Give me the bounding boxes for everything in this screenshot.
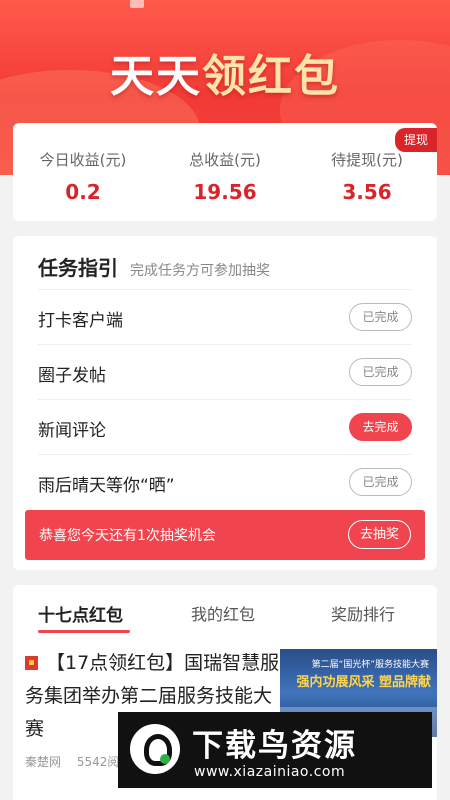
banner-title: 天天领红包 <box>0 40 450 104</box>
tasks-title: 任务指引 <box>38 256 118 280</box>
earning-value: 0.2 <box>65 180 101 204</box>
thumbnail-caption: 第二届“国光杯”服务技能大赛 <box>311 660 429 670</box>
flag-icon <box>25 656 38 670</box>
earning-pending: 待提现(元) 3.56 <box>297 149 437 204</box>
task-name: 雨后晴天等你“晒” <box>38 476 175 496</box>
bird-logo-icon <box>130 724 180 774</box>
task-row: 打卡客户端 已完成 <box>38 289 412 344</box>
article-reads: 5542阅 <box>76 755 120 769</box>
active-tab-indicator <box>38 630 130 633</box>
tasks-subtitle: 完成任务方可参加抽奖 <box>130 263 270 279</box>
task-status-button[interactable]: 已完成 <box>349 303 412 331</box>
earning-label: 今日收益(元) <box>39 151 127 169</box>
lottery-text: 恭喜您今天还有1次抽奖机会 <box>39 528 216 544</box>
thumbnail-headline: 强内功展风采 塑品牌献 <box>296 675 431 690</box>
earning-label: 总收益(元) <box>189 151 261 169</box>
banner-title-part2: 领红包 <box>202 51 340 102</box>
lottery-banner: 恭喜您今天还有1次抽奖机会 去抽奖 <box>25 510 425 560</box>
task-row: 圈子发帖 已完成 <box>38 344 412 399</box>
article-source: 秦楚网 <box>25 755 62 769</box>
task-row: 新闻评论 去完成 <box>38 399 412 454</box>
status-mark <box>130 0 144 8</box>
earning-total: 总收益(元) 19.56 <box>155 149 295 204</box>
earning-value: 3.56 <box>342 180 392 204</box>
article-meta: 秦楚网 5542阅 <box>25 753 131 770</box>
earning-value: 19.56 <box>193 180 257 204</box>
task-go-button[interactable]: 去完成 <box>349 413 412 441</box>
earning-today: 今日收益(元) 0.2 <box>13 149 153 204</box>
watermark-url: www.xiazainiao.com <box>194 764 346 780</box>
earnings-card: 提现 今日收益(元) 0.2 总收益(元) 19.56 待提现(元) 3.56 <box>13 123 437 221</box>
task-status-button[interactable]: 已完成 <box>349 468 412 496</box>
tab-reward-ranking[interactable]: 奖励排行 <box>331 601 395 625</box>
task-name: 圈子发帖 <box>38 366 106 386</box>
tasks-header: 任务指引 完成任务方可参加抽奖 <box>38 252 270 282</box>
news-tabs: 十七点红包 我的红包 奖励排行 <box>13 585 437 635</box>
task-status-button[interactable]: 已完成 <box>349 358 412 386</box>
task-name: 打卡客户端 <box>38 311 123 331</box>
banner-title-part1: 天天 <box>110 51 202 102</box>
tab-seventeen-redpacket[interactable]: 十七点红包 <box>38 601 123 626</box>
tasks-card: 任务指引 完成任务方可参加抽奖 打卡客户端 已完成 圈子发帖 已完成 新闻评论 … <box>13 236 437 570</box>
watermark-title: 下载鸟资源 <box>192 728 357 764</box>
task-row: 雨后晴天等你“晒” 已完成 <box>38 454 412 509</box>
tab-my-redpacket[interactable]: 我的红包 <box>191 601 255 625</box>
earning-label: 待提现(元) <box>331 151 403 169</box>
lottery-button[interactable]: 去抽奖 <box>348 520 411 549</box>
task-name: 新闻评论 <box>38 421 106 441</box>
watermark-overlay: 下载鸟资源 www.xiazainiao.com <box>118 712 432 788</box>
